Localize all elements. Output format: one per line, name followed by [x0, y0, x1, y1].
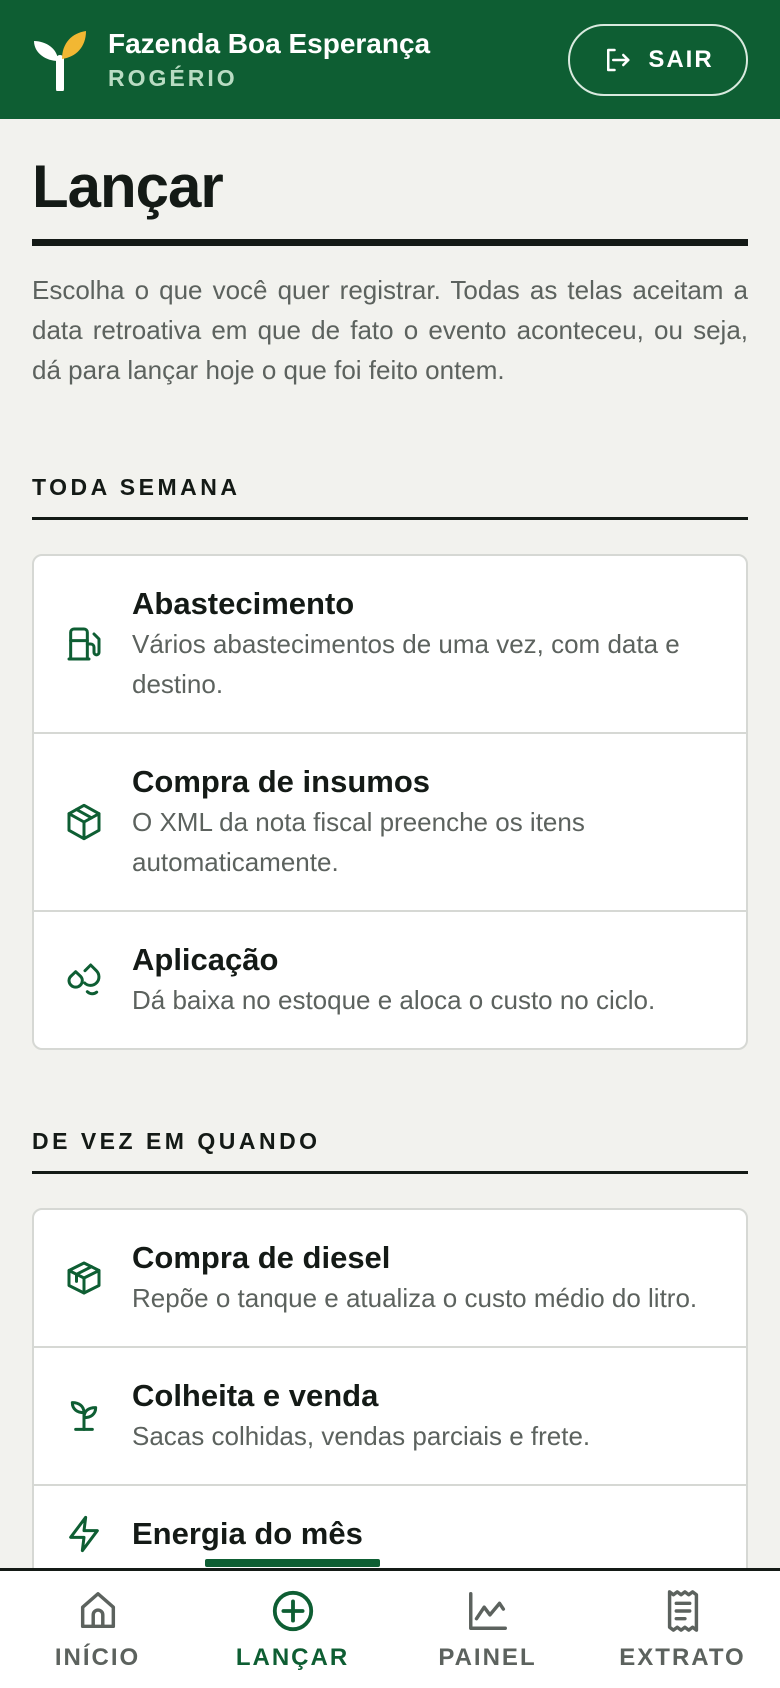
top-bar: Fazenda Boa Esperança ROGÉRIO SAIR: [0, 0, 780, 119]
user-name: ROGÉRIO: [108, 64, 238, 91]
action-list: Abastecimento Vários abastecimentos de u…: [32, 554, 748, 1050]
section-heading: TODA SEMANA: [32, 474, 241, 500]
page-intro: Escolha o que você quer registrar. Todas…: [32, 275, 748, 385]
action-item-title: Energia do mês: [132, 1516, 363, 1551]
plus-circle-icon: [272, 1590, 313, 1631]
action-item-description: O XML da nota fiscal preenche os itens a…: [132, 807, 585, 877]
action-item-text: Energia do mês: [132, 1514, 714, 1554]
section-divider: [32, 517, 748, 520]
package-icon: [64, 1258, 104, 1298]
logout-icon: [607, 48, 630, 71]
box-icon: [64, 802, 104, 842]
chart-icon: [468, 1591, 507, 1630]
section-occasional: DE VEZ EM QUANDO Compra de diesel Repõe …: [32, 1130, 748, 1584]
droplets-icon: [64, 960, 104, 1000]
energy-icon: [64, 1514, 104, 1554]
farm-identity: Fazenda Boa Esperança ROGÉRIO: [108, 27, 430, 92]
action-item-title: Compra de diesel: [132, 1240, 391, 1275]
action-item-title: Colheita e venda: [132, 1378, 379, 1413]
action-item-description: Vários abastecimentos de uma vez, com da…: [132, 629, 680, 699]
section-heading: DE VEZ EM QUANDO: [32, 1128, 321, 1154]
action-item-abastecimento[interactable]: Abastecimento Vários abastecimentos de u…: [34, 556, 746, 734]
action-item-text: Abastecimento Vários abastecimentos de u…: [132, 584, 714, 704]
home-icon: [80, 1591, 115, 1628]
title-divider: [32, 239, 748, 246]
farm-name: Fazenda Boa Esperança: [108, 28, 431, 60]
nav-label: EXTRATO: [619, 1643, 746, 1671]
action-item-description: Dá baixa no estoque e aloca o custo no c…: [132, 985, 656, 1015]
nav-label: INÍCIO: [54, 1643, 141, 1671]
page-title: Lançar: [32, 153, 224, 220]
section-weekly: TODA SEMANA Abastecimento Vários abastec…: [32, 476, 748, 1050]
action-item-text: Compra de insumos O XML da nota fiscal p…: [132, 762, 714, 882]
nav-label: PAINEL: [438, 1643, 537, 1671]
action-item-text: Colheita e venda Sacas colhidas, vendas …: [132, 1376, 714, 1456]
nav-item-lancar[interactable]: LANÇAR: [195, 1559, 390, 1688]
action-item-compra-diesel[interactable]: Compra de diesel Repõe o tanque e atuali…: [34, 1210, 746, 1348]
section-divider: [32, 1171, 748, 1174]
action-item-title: Compra de insumos: [132, 764, 430, 799]
action-item-compra-insumos[interactable]: Compra de insumos O XML da nota fiscal p…: [34, 734, 746, 912]
nav-item-extrato[interactable]: EXTRATO: [585, 1571, 780, 1688]
logout-button[interactable]: SAIR: [568, 23, 748, 96]
bottom-navigation: INÍCIO LANÇAR PAINEL EXTRATO: [0, 1559, 780, 1688]
action-list: Compra de diesel Repõe o tanque e atuali…: [32, 1208, 748, 1584]
logout-label: SAIR: [648, 45, 714, 73]
action-item-title: Aplicação: [132, 942, 279, 977]
nav-item-painel[interactable]: PAINEL: [390, 1571, 585, 1688]
action-item-colheita-venda[interactable]: Colheita e venda Sacas colhidas, vendas …: [34, 1348, 746, 1486]
nav-label: LANÇAR: [235, 1643, 350, 1671]
action-item-description: Repõe o tanque e atualiza o custo médio …: [132, 1283, 698, 1313]
action-item-aplicacao[interactable]: Aplicação Dá baixa no estoque e aloca o …: [34, 912, 746, 1048]
fuel-pump-icon: [64, 624, 104, 664]
action-item-title: Abastecimento: [132, 586, 355, 621]
receipt-icon: [667, 1589, 698, 1632]
app-root: Fazenda Boa Esperança ROGÉRIO SAIR Lança…: [0, 0, 780, 1688]
nav-item-inicio[interactable]: INÍCIO: [0, 1571, 195, 1688]
sprout-icon: [64, 1396, 104, 1436]
action-item-text: Aplicação Dá baixa no estoque e aloca o …: [132, 940, 714, 1020]
main-content: Lançar Escolha o que você quer registrar…: [32, 119, 748, 1584]
action-item-description: Sacas colhidas, vendas parciais e frete.: [132, 1421, 591, 1451]
sprout-logo-icon: [34, 30, 86, 91]
action-item-text: Compra de diesel Repõe o tanque e atuali…: [132, 1238, 714, 1318]
